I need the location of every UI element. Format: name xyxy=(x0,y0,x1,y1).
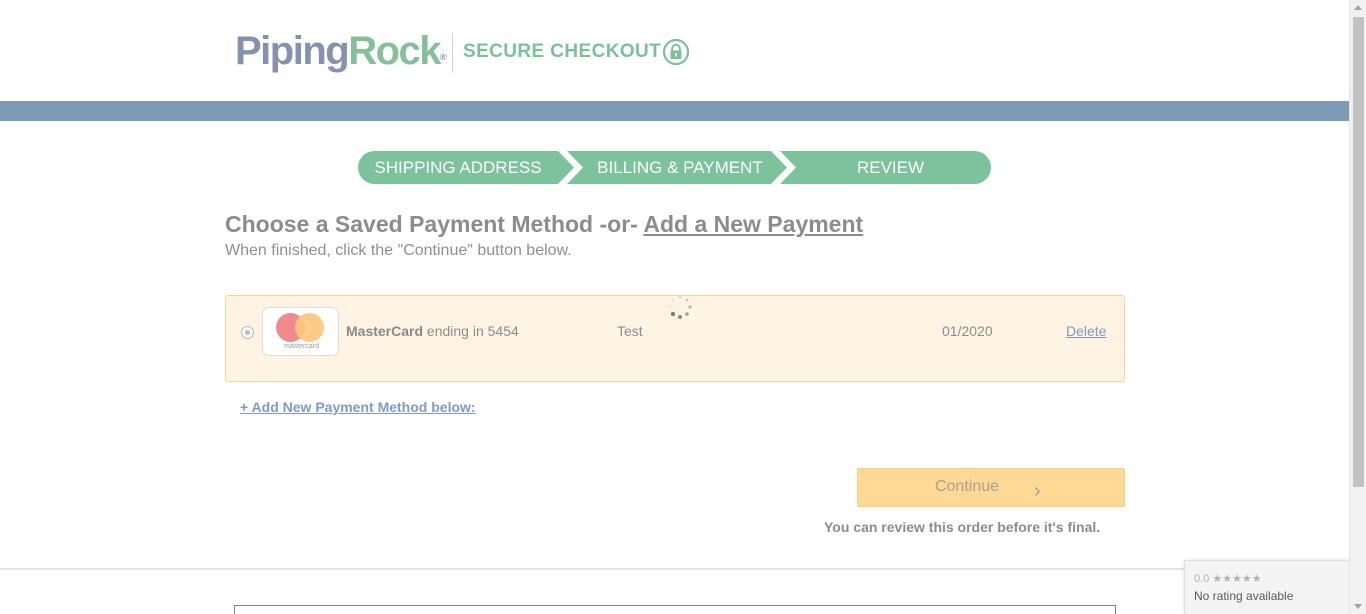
card-expiry: 01/2020 xyxy=(942,323,993,339)
card-ending: ending in 5454 xyxy=(426,323,519,339)
step-label: BILLING & PAYMENT xyxy=(597,158,763,177)
mastercard-yellow-circle xyxy=(295,313,324,342)
checkout-progress: SHIPPING ADDRESS BILLING & PAYMENT REVIE… xyxy=(358,151,991,184)
rating-status: No rating available xyxy=(1194,589,1294,603)
lock-icon xyxy=(662,38,690,66)
mastercard-logo: mastercard xyxy=(262,307,339,356)
card-holder: Test xyxy=(617,323,643,339)
add-new-payment-link[interactable]: Add a New Payment xyxy=(643,211,863,237)
footer-divider xyxy=(0,568,1349,570)
page-title-prefix: Choose a Saved Payment Method -or- xyxy=(225,211,644,237)
rating-score: 0.0 ★★★★★ xyxy=(1194,573,1262,585)
header-divider xyxy=(452,33,453,73)
page-title: Choose a Saved Payment Method -or- Add a… xyxy=(225,210,863,238)
scroll-up-icon[interactable] xyxy=(1354,5,1362,10)
continue-button[interactable]: Continue › xyxy=(857,468,1125,507)
step-shipping-address[interactable]: SHIPPING ADDRESS xyxy=(358,151,574,184)
page-instructions: When finished, click the "Continue" butt… xyxy=(225,242,572,259)
secure-checkout-label: SECURE CHECKOUT xyxy=(463,41,662,62)
card-description: MasterCard ending in 5454 xyxy=(346,323,519,340)
scroll-down-icon[interactable] xyxy=(1354,604,1362,609)
scrollbar-thumb[interactable] xyxy=(1353,17,1364,487)
card-brand: MasterCard xyxy=(346,323,424,339)
footer-box xyxy=(234,605,1116,614)
add-new-payment-method-link[interactable]: + Add New Payment Method below: xyxy=(240,399,476,416)
chevron-right-icon: › xyxy=(1034,480,1041,502)
payment-radio[interactable] xyxy=(241,326,254,339)
header-band xyxy=(0,101,1349,121)
page-scrollbar[interactable] xyxy=(1349,0,1366,614)
step-billing-payment: BILLING & PAYMENT xyxy=(567,151,787,184)
logo-text-rock: Rock xyxy=(348,29,441,73)
logo-text-piping: Piping xyxy=(235,29,350,73)
piping-rock-logo[interactable]: PipingRock® xyxy=(235,28,447,74)
checkout-page: PipingRock® SECURE CHECKOUT SHIPPING ADD… xyxy=(0,0,1366,614)
mastercard-logo-text: mastercard xyxy=(283,343,319,350)
delete-card-link[interactable]: Delete xyxy=(1066,323,1106,340)
loading-spinner-icon xyxy=(668,295,692,319)
step-review: REVIEW xyxy=(780,151,991,184)
step-label: SHIPPING ADDRESS xyxy=(374,158,542,177)
saved-payment-row[interactable]: mastercard MasterCard ending in 5454 Tes… xyxy=(225,295,1125,382)
rating-widget[interactable]: 0.0 ★★★★★ No rating available xyxy=(1184,560,1366,614)
continue-button-label: Continue xyxy=(934,478,1000,495)
step-label: REVIEW xyxy=(856,158,925,177)
review-note: You can review this order before it's fi… xyxy=(824,519,1101,535)
logo-registered-mark: ® xyxy=(440,52,447,62)
